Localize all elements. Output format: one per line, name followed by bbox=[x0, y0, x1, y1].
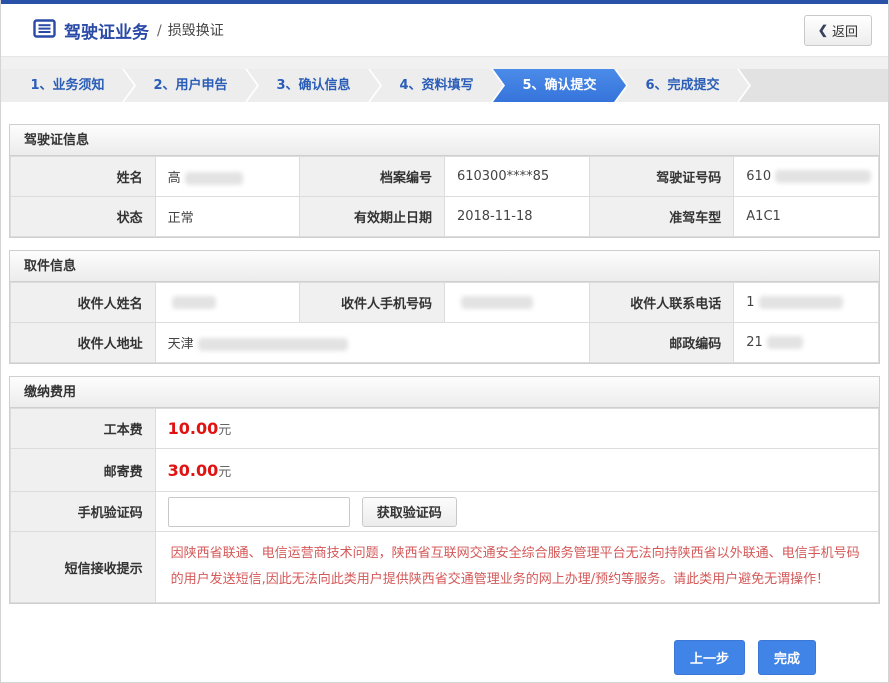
step-tab-3[interactable]: 3、确认信息 bbox=[247, 69, 380, 102]
breadcrumb-separator: / bbox=[157, 23, 162, 39]
sms-code-cell: 获取验证码 bbox=[155, 492, 878, 532]
pickup-info-section: 取件信息 收件人姓名 收件人手机号码 收件人联系电话 1 收件人地址 天津 邮政… bbox=[9, 250, 880, 364]
license-no-value: 610 bbox=[734, 157, 879, 197]
vehicle-class-label: 准驾车型 bbox=[589, 197, 734, 237]
redacted-value bbox=[172, 296, 216, 309]
step-tab-6[interactable]: 6、完成提交 bbox=[616, 69, 749, 102]
name-value: 高 bbox=[155, 157, 300, 197]
table-row: 手机验证码 获取验证码 bbox=[11, 492, 879, 532]
table-row: 姓名 高 档案编号 610300****85 驾驶证号码 610 bbox=[11, 157, 879, 197]
table-row: 邮寄费 30.00元 bbox=[11, 449, 879, 492]
table-row: 状态 正常 有效期止日期 2018-11-18 准驾车型 A1C1 bbox=[11, 197, 879, 237]
pickup-info-table: 收件人姓名 收件人手机号码 收件人联系电话 1 收件人地址 天津 邮政编码 21 bbox=[10, 282, 879, 363]
pickup-section-title: 取件信息 bbox=[10, 251, 879, 282]
header-divider-strip bbox=[1, 56, 888, 69]
license-card-icon bbox=[33, 19, 56, 42]
vehicle-class-value: A1C1 bbox=[734, 197, 879, 237]
table-row: 收件人地址 天津 邮政编码 21 bbox=[11, 323, 879, 363]
recipient-mobile-value bbox=[444, 283, 589, 323]
recipient-name-value bbox=[155, 283, 300, 323]
page: 驾驶证业务 / 损毁换证 ❮ 返回 1、业务须知 2、用户申告 3、确认信息 4、… bbox=[0, 0, 889, 683]
redacted-value bbox=[461, 296, 533, 309]
postcode-value: 21 bbox=[734, 323, 879, 363]
redacted-value bbox=[198, 338, 348, 351]
breadcrumb-current: 损毁换证 bbox=[168, 23, 224, 39]
redacted-value bbox=[767, 336, 803, 349]
license-info-section: 驾驶证信息 姓名 高 档案编号 610300****85 驾驶证号码 610 状… bbox=[9, 124, 880, 238]
table-row: 收件人姓名 收件人手机号码 收件人联系电话 1 bbox=[11, 283, 879, 323]
card-fee-label: 工本费 bbox=[11, 409, 156, 449]
status-value: 正常 bbox=[155, 197, 300, 237]
expiry-value: 2018-11-18 bbox=[444, 197, 589, 237]
back-button[interactable]: ❮ 返回 bbox=[804, 15, 872, 46]
file-no-value: 610300****85 bbox=[444, 157, 589, 197]
previous-step-button[interactable]: 上一步 bbox=[674, 640, 745, 675]
fees-section: 缴纳费用 工本费 10.00元 邮寄费 30.00元 手机验证码 获取验证码 bbox=[9, 376, 880, 604]
license-section-title: 驾驶证信息 bbox=[10, 125, 879, 156]
license-no-label: 驾驶证号码 bbox=[589, 157, 734, 197]
sms-code-label: 手机验证码 bbox=[11, 492, 156, 532]
table-row: 短信接收提示 因陕西省联通、电信运营商技术问题，陕西省互联网交通安全综合服务管理… bbox=[11, 532, 879, 603]
expiry-label: 有效期止日期 bbox=[300, 197, 445, 237]
sms-notice-cell: 因陕西省联通、电信运营商技术问题，陕西省互联网交通安全综合服务管理平台无法向持陕… bbox=[155, 532, 878, 603]
name-label: 姓名 bbox=[11, 157, 156, 197]
step-tab-1[interactable]: 1、业务须知 bbox=[1, 69, 134, 102]
postage-label: 邮寄费 bbox=[11, 449, 156, 492]
step-progress-bar: 1、业务须知 2、用户申告 3、确认信息 4、资料填写 5、确认提交 6、完成提… bbox=[1, 69, 888, 102]
currency-unit: 元 bbox=[218, 423, 231, 438]
bottom-actions: 上一步 完成 bbox=[9, 640, 880, 675]
recipient-phone-label: 收件人联系电话 bbox=[589, 283, 734, 323]
step-bar-tail bbox=[739, 69, 888, 102]
page-title: 驾驶证业务 bbox=[64, 18, 149, 43]
header-title-group: 驾驶证业务 / 损毁换证 bbox=[33, 18, 224, 43]
step-tab-2[interactable]: 2、用户申告 bbox=[124, 69, 257, 102]
fees-table: 工本费 10.00元 邮寄费 30.00元 手机验证码 获取验证码 短信接收提示 bbox=[10, 408, 879, 603]
card-fee-amount: 10.00 bbox=[168, 419, 219, 438]
sms-notice-label: 短信接收提示 bbox=[11, 532, 156, 603]
header: 驾驶证业务 / 损毁换证 ❮ 返回 bbox=[1, 4, 888, 56]
back-button-label: 返回 bbox=[832, 21, 858, 40]
postage-value: 30.00元 bbox=[155, 449, 878, 492]
currency-unit: 元 bbox=[218, 465, 231, 480]
get-sms-code-button[interactable]: 获取验证码 bbox=[362, 497, 457, 527]
chevron-left-icon: ❮ bbox=[818, 23, 828, 37]
redacted-value bbox=[759, 296, 843, 309]
redacted-value bbox=[775, 170, 871, 183]
breadcrumb: / 损毁换证 bbox=[157, 20, 224, 40]
address-value: 天津 bbox=[155, 323, 589, 363]
postage-amount: 30.00 bbox=[168, 461, 219, 480]
redacted-value bbox=[185, 172, 243, 185]
license-info-table: 姓名 高 档案编号 610300****85 驾驶证号码 610 状态 正常 有… bbox=[10, 156, 879, 237]
card-fee-value: 10.00元 bbox=[155, 409, 878, 449]
file-no-label: 档案编号 bbox=[300, 157, 445, 197]
finish-button[interactable]: 完成 bbox=[758, 640, 816, 675]
status-label: 状态 bbox=[11, 197, 156, 237]
main-content: 驾驶证信息 姓名 高 档案编号 610300****85 驾驶证号码 610 状… bbox=[1, 124, 888, 675]
step-tab-5-active[interactable]: 5、确认提交 bbox=[493, 69, 626, 102]
recipient-name-label: 收件人姓名 bbox=[11, 283, 156, 323]
table-row: 工本费 10.00元 bbox=[11, 409, 879, 449]
address-label: 收件人地址 bbox=[11, 323, 156, 363]
postcode-label: 邮政编码 bbox=[589, 323, 734, 363]
step-tab-4[interactable]: 4、资料填写 bbox=[370, 69, 503, 102]
sms-code-input[interactable] bbox=[168, 497, 350, 527]
sms-notice-text: 因陕西省联通、电信运营商技术问题，陕西省互联网交通安全综合服务管理平台无法向持陕… bbox=[171, 541, 863, 593]
fees-section-title: 缴纳费用 bbox=[10, 377, 879, 408]
recipient-mobile-label: 收件人手机号码 bbox=[300, 283, 445, 323]
recipient-phone-value: 1 bbox=[734, 283, 879, 323]
